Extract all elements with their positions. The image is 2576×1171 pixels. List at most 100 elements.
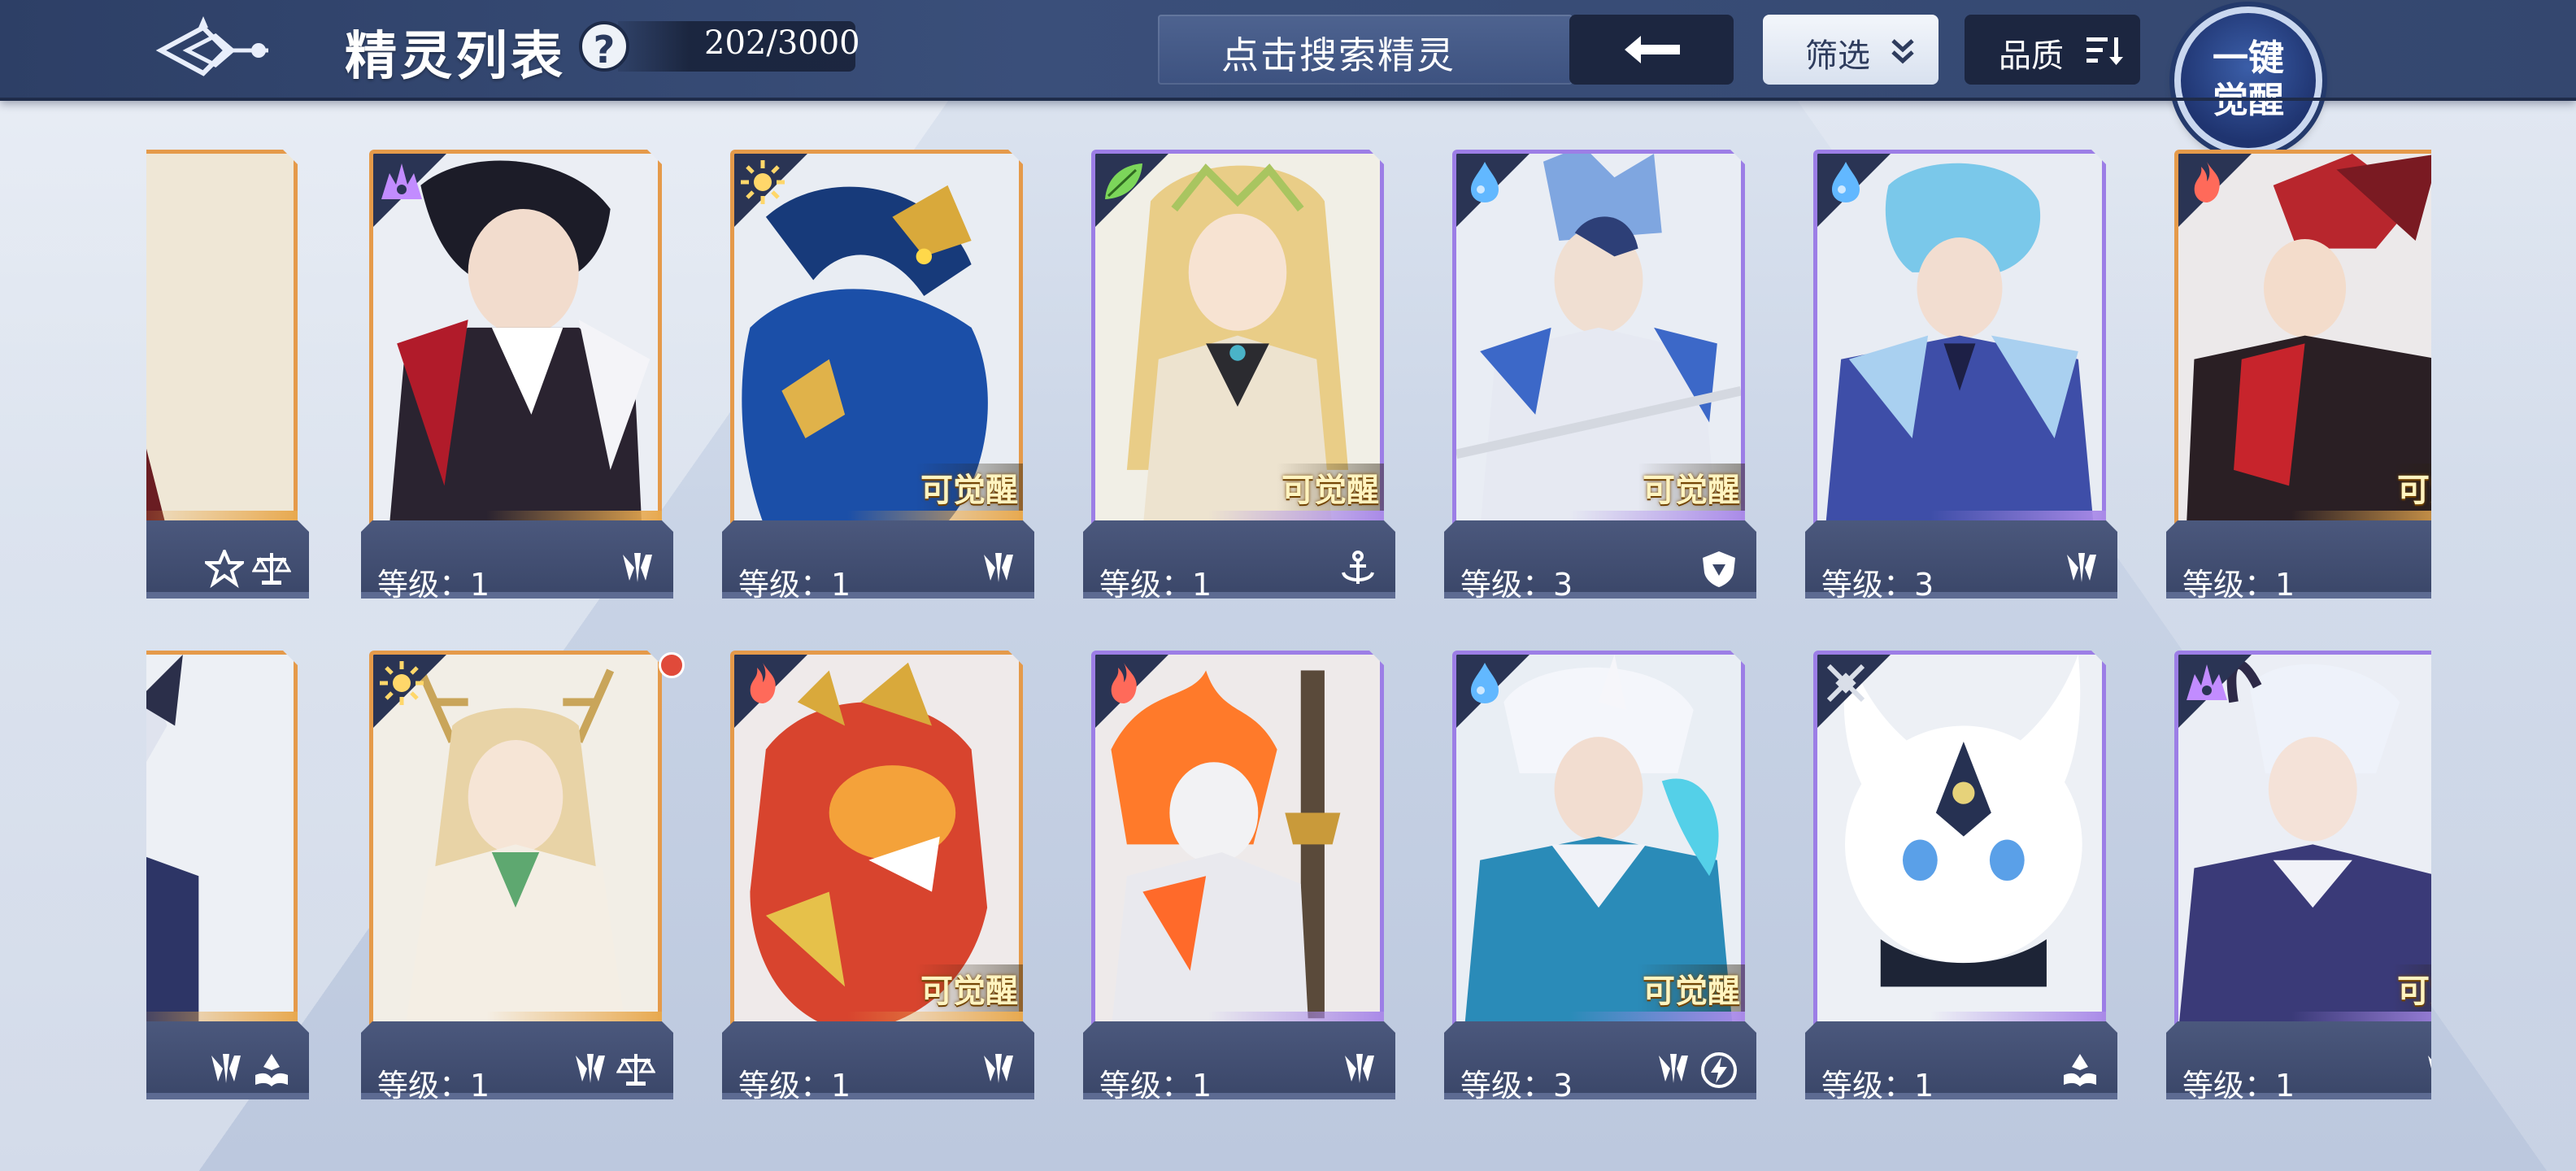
- level-label: 等级：3: [1460, 567, 1573, 603]
- spirit-card[interactable]: 等级：1: [361, 146, 673, 603]
- spirit-card[interactable]: 等级：3: [1805, 146, 2117, 603]
- fire-icon: [1100, 660, 1147, 707]
- awaken-badge: 可觉: [2392, 964, 2431, 1012]
- help-button[interactable]: ?: [579, 21, 629, 72]
- type-icons: [977, 1051, 1016, 1090]
- search-placeholder: 点击搜索精灵: [1221, 33, 1456, 77]
- type-icons: [616, 550, 655, 589]
- level-label: 等级：1: [738, 567, 851, 603]
- balance-icon: [616, 1054, 655, 1086]
- level-label: 等级：1: [2182, 567, 2295, 603]
- type-icons: [2060, 1051, 2100, 1090]
- level-label: 等级：1: [1099, 567, 1212, 603]
- spirit-logo-icon: [155, 16, 268, 76]
- spirit-card[interactable]: 可觉醒等级：1: [722, 647, 1034, 1104]
- type-icons: [1338, 550, 1377, 589]
- lightning-icon: [1701, 1052, 1737, 1088]
- neutral-icon: [1822, 660, 1869, 707]
- dark-icon: [378, 159, 425, 206]
- type-icons: [977, 550, 1016, 589]
- sort-icon: [2086, 37, 2123, 65]
- notification-dot: [659, 652, 685, 678]
- filter-label: 筛选: [1805, 37, 1870, 75]
- chevron-double-down-icon: [1891, 39, 1914, 64]
- claw-icon: [211, 1054, 241, 1083]
- type-icons: [1338, 1051, 1377, 1090]
- level-label: 等级：1: [377, 567, 490, 603]
- shield-icon: [1703, 551, 1735, 587]
- water-icon: [1461, 159, 1508, 206]
- type-icons: [2060, 550, 2100, 589]
- water-icon: [1822, 159, 1869, 206]
- quality-label: 品质: [1999, 37, 2064, 75]
- type-icons: [205, 1051, 291, 1090]
- anchor-icon: [1342, 551, 1374, 584]
- book-icon: [255, 1054, 288, 1086]
- card-frame: [369, 150, 662, 537]
- card-frame: [1091, 651, 1384, 1038]
- awaken-label-line1: 一键: [2213, 37, 2284, 79]
- search-input[interactable]: 点击搜索精灵: [1158, 15, 1573, 85]
- spirit-card[interactable]: 可觉醒等级：3: [1444, 647, 1756, 1104]
- claw-icon: [576, 1054, 605, 1083]
- top-bar: 精灵列表 ? 202/3000 点击搜索精灵 筛选 品质 一键 觉醒: [0, 0, 2576, 155]
- arrow-left-icon: [1625, 36, 1680, 63]
- spirit-card[interactable]: [146, 647, 309, 1099]
- spirit-card[interactable]: 等级：1: [1083, 647, 1395, 1104]
- spirit-card[interactable]: 可觉醒 等级：3: [1444, 146, 1756, 603]
- type-icons: [1699, 550, 1738, 589]
- spirit-card[interactable]: 可觉醒等级：1: [1083, 146, 1395, 603]
- spirit-grid: 等级：1可觉醒等级：1可觉醒等级：1可觉醒等级：3等级：3可觉等级：1等级：1可…: [146, 146, 2431, 1114]
- spirit-count: 202/3000: [704, 24, 860, 62]
- spirit-card[interactable]: 等级：1: [361, 647, 673, 1104]
- spirit-card[interactable]: 等级：1: [1805, 647, 2117, 1104]
- claw-icon: [2067, 553, 2096, 582]
- card-frame: [146, 651, 298, 1038]
- leaf-icon: [1100, 159, 1147, 206]
- quality-sort-button[interactable]: 品质: [1965, 15, 2140, 85]
- card-frame: [1813, 651, 2106, 1038]
- level-label: 等级：1: [377, 1068, 490, 1104]
- awaken-badge: 可觉: [2392, 464, 2431, 511]
- card-frame: [369, 651, 662, 1038]
- dark-icon: [2183, 660, 2230, 707]
- light-icon: [739, 159, 786, 206]
- back-button[interactable]: [1569, 15, 1734, 85]
- page-title: 精灵列表: [345, 27, 566, 87]
- claw-icon: [984, 1054, 1013, 1083]
- claw-icon: [984, 553, 1013, 582]
- water-icon: [1461, 660, 1508, 707]
- card-frame: [1813, 150, 2106, 537]
- type-icons: [2422, 1051, 2431, 1090]
- claw-icon: [623, 553, 652, 582]
- level-label: 等级：1: [1821, 1068, 1934, 1104]
- fire-icon: [739, 660, 786, 707]
- awaken-label-line2: 觉醒: [2213, 80, 2284, 121]
- claw-icon: [2428, 1056, 2431, 1069]
- awaken-badge: 可觉醒: [1638, 964, 1745, 1012]
- spirit-portrait: [146, 154, 294, 530]
- spirit-card[interactable]: 可觉醒等级：1: [722, 146, 1034, 603]
- level-label: 等级：1: [2182, 1068, 2295, 1104]
- card-frame: [146, 150, 298, 537]
- type-icons: [205, 550, 291, 589]
- awaken-badge: 可觉醒: [1277, 464, 1384, 511]
- spirit-card[interactable]: [146, 146, 309, 599]
- fire-icon: [2183, 159, 2230, 206]
- awaken-badge: 可觉醒: [916, 464, 1023, 511]
- level-label: 等级：3: [1821, 567, 1934, 603]
- star-shield-icon: [205, 550, 244, 589]
- one-click-awaken-button[interactable]: 一键 觉醒: [2174, 7, 2322, 155]
- spirit-card[interactable]: 可觉等级：1: [2166, 146, 2431, 603]
- claw-icon: [1659, 1054, 1688, 1083]
- level-label: 等级：3: [1460, 1068, 1573, 1104]
- level-label: 等级：1: [738, 1068, 851, 1104]
- filter-button[interactable]: 筛选: [1763, 15, 1939, 85]
- awaken-badge: 可觉醒: [916, 964, 1023, 1012]
- type-icons: [569, 1051, 655, 1090]
- type-icons: [1652, 1051, 1738, 1090]
- spirit-card[interactable]: 可觉等级：1: [2166, 647, 2431, 1104]
- level-label: 等级：1: [1099, 1068, 1212, 1104]
- light-icon: [378, 660, 425, 707]
- balance-icon: [252, 553, 291, 585]
